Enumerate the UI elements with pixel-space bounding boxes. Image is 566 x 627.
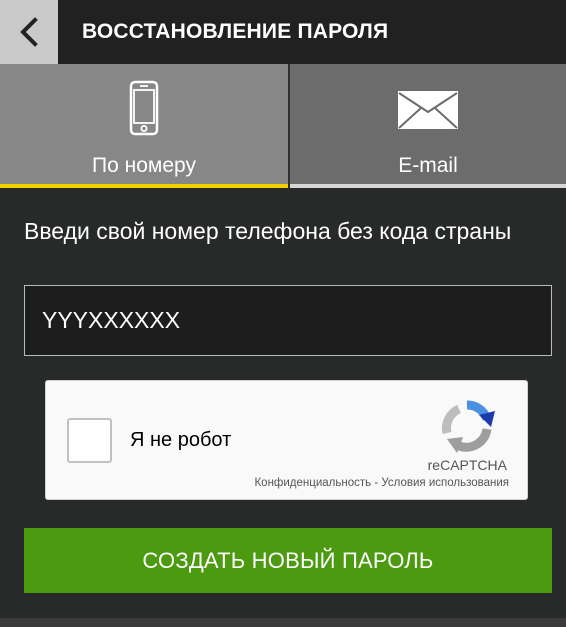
not-robot-checkbox[interactable] xyxy=(67,418,112,463)
tab-label-email: E-mail xyxy=(398,154,458,177)
smartphone-icon xyxy=(129,80,159,136)
tab-inactive-indicator xyxy=(290,184,566,188)
links-separator: - xyxy=(371,477,382,489)
top-bar: ВОССТАНОВЛЕНИЕ ПАРОЛЯ xyxy=(0,0,566,64)
recaptcha-logo-icon xyxy=(441,400,495,453)
recaptcha-links: Конфиденциальность - Условия использован… xyxy=(254,477,509,489)
tab-label-phone: По номеру xyxy=(92,154,196,177)
phone-number-input[interactable] xyxy=(24,285,552,356)
back-button[interactable] xyxy=(0,0,58,64)
bottom-divider xyxy=(0,618,566,627)
phone-instruction: Введи свой номер телефона без кода стран… xyxy=(24,218,512,244)
password-recovery-screen: ВОССТАНОВЛЕНИЕ ПАРОЛЯ По номеру E-mail В… xyxy=(0,0,566,627)
recaptcha-brand: reCAPTCHA xyxy=(427,457,507,473)
not-robot-label: Я не робот xyxy=(130,429,232,451)
tab-by-phone[interactable]: По номеру xyxy=(0,64,288,188)
tab-by-email[interactable]: E-mail xyxy=(288,64,566,188)
chevron-left-icon xyxy=(20,17,38,47)
tab-selected-indicator xyxy=(0,184,288,188)
recaptcha-widget: Я не робот reCAPTCHA Конфиденциальность … xyxy=(45,380,528,500)
envelope-icon xyxy=(398,91,458,129)
page-title: ВОССТАНОВЛЕНИЕ ПАРОЛЯ xyxy=(82,20,389,43)
create-new-password-button[interactable]: СОЗДАТЬ НОВЫЙ ПАРОЛЬ xyxy=(24,528,552,593)
privacy-link[interactable]: Конфиденциальность xyxy=(254,477,371,489)
recovery-method-tabs: По номеру E-mail xyxy=(0,64,566,188)
terms-link[interactable]: Условия использования xyxy=(381,477,509,489)
